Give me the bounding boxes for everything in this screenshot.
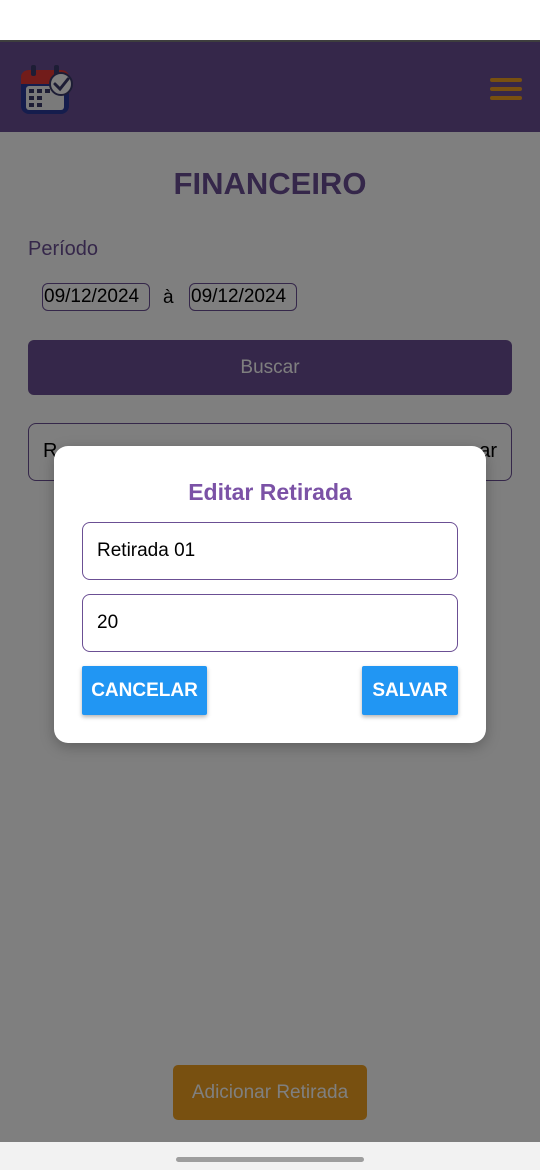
save-button[interactable]: SALVAR	[362, 666, 458, 715]
status-bar	[0, 0, 540, 40]
edit-withdrawal-dialog: Editar Retirada Retirada 01 20 CANCELAR …	[54, 446, 486, 743]
system-nav-bar	[0, 1142, 540, 1170]
dialog-title: Editar Retirada	[188, 479, 352, 505]
home-gesture-bar[interactable]	[176, 1157, 364, 1162]
withdrawal-name-input[interactable]: Retirada 01	[82, 522, 458, 580]
cancel-button[interactable]: CANCELAR	[82, 666, 207, 715]
withdrawal-amount-input[interactable]: 20	[82, 594, 458, 652]
